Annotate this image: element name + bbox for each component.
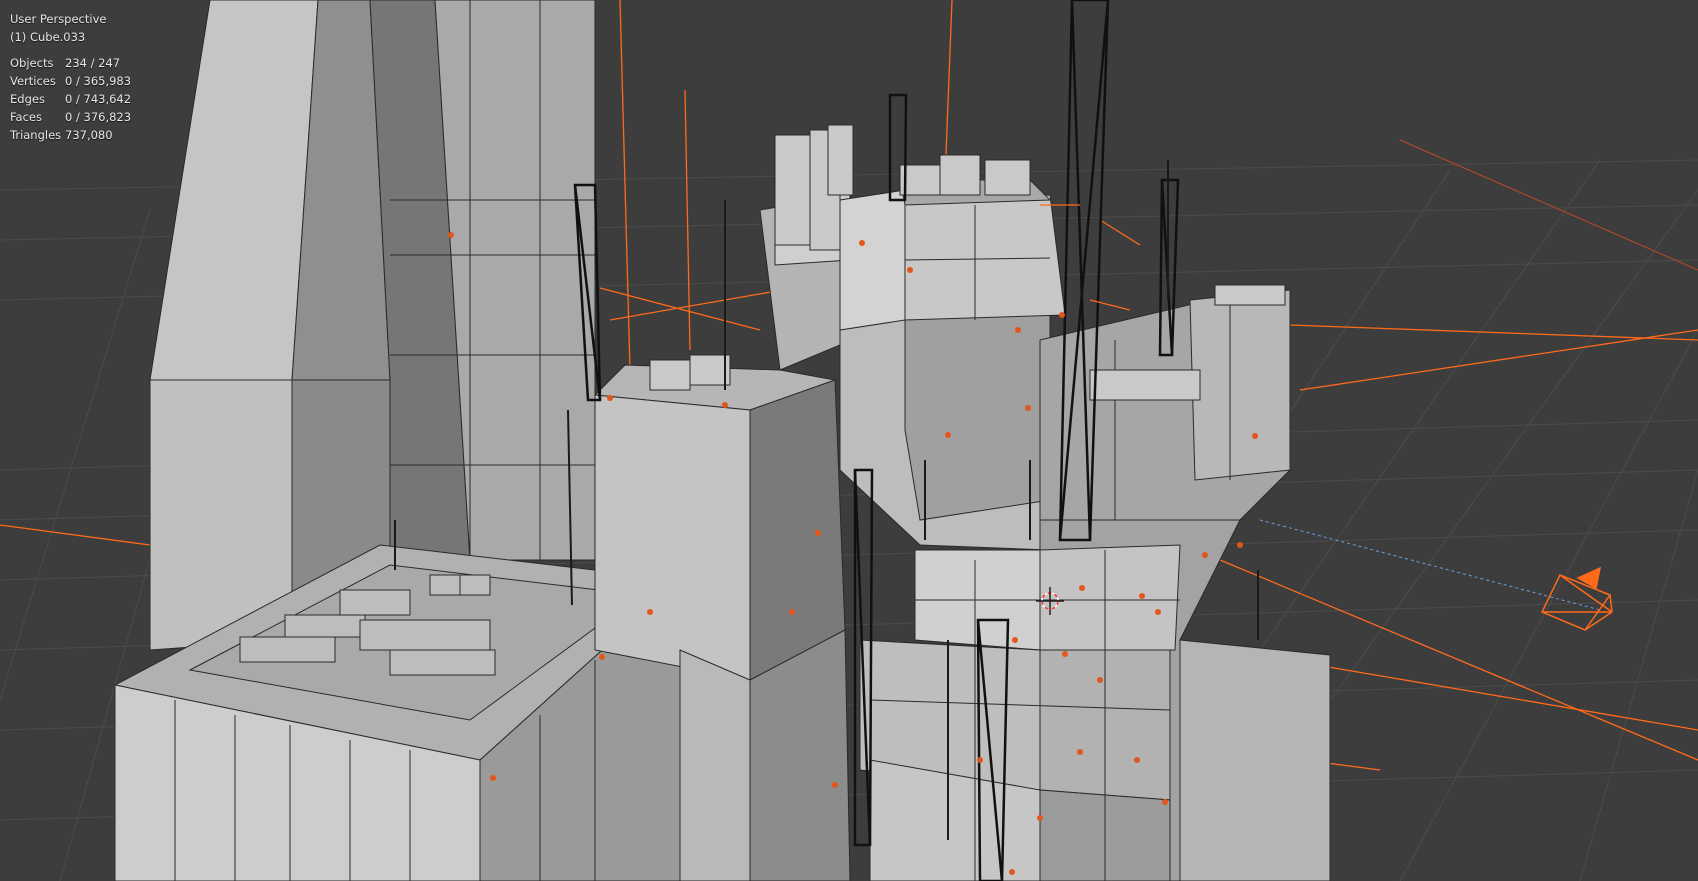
horizon-line: [1399, 139, 1698, 271]
stat-label: Faces: [10, 110, 42, 124]
lower-stack[interactable]: [859, 544, 1181, 881]
stat-row-vertices: Vertices 0 / 365,983: [10, 72, 131, 90]
stat-label: Vertices: [10, 74, 56, 88]
viewport-info-overlay: User Perspective (1) Cube.033 Objects 23…: [10, 10, 131, 144]
stat-label: Objects: [10, 56, 54, 70]
stat-value: 737,080: [65, 128, 113, 142]
stat-label: Triangles: [10, 128, 62, 142]
stat-row-objects: Objects 234 / 247: [10, 54, 131, 72]
stat-row-edges: Edges 0 / 743,642: [10, 90, 131, 108]
viewport-scene[interactable]: [0, 0, 1698, 881]
view-name: User Perspective: [10, 12, 107, 26]
stat-value: 0 / 743,642: [65, 92, 132, 106]
stat-row-faces: Faces 0 / 376,823: [10, 108, 131, 126]
3d-viewport[interactable]: User Perspective (1) Cube.033 Objects 23…: [0, 0, 1698, 881]
stat-label: Edges: [10, 92, 45, 106]
active-object-name: (1) Cube.033: [10, 30, 86, 44]
stat-value: 234 / 247: [65, 56, 121, 70]
stat-value: 0 / 365,983: [65, 74, 132, 88]
stat-value: 0 / 376,823: [65, 110, 132, 124]
scene-statistics: Objects 234 / 247 Vertices 0 / 365,983 E…: [10, 54, 131, 144]
stat-row-triangles: Triangles 737,080: [10, 126, 131, 144]
